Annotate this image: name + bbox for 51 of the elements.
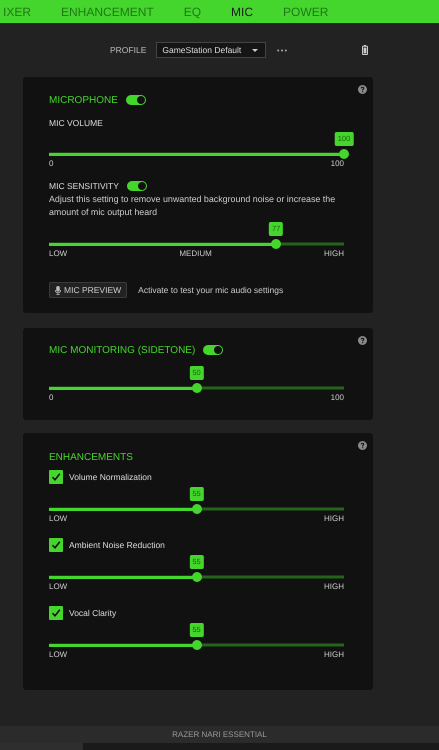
section-title: MICROPHONE <box>49 94 118 106</box>
scale-label: HIGH <box>324 582 344 592</box>
hint-text: Activate to test your mic audio settings <box>138 285 284 295</box>
section-title: ENHANCEMENTS <box>49 452 133 462</box>
help-icon[interactable] <box>358 441 367 450</box>
checkbox[interactable] <box>49 470 63 484</box>
mic-preview-button[interactable]: MIC PREVIEW <box>49 282 128 298</box>
slider-thumb[interactable] <box>339 149 349 159</box>
scale-label: LOW <box>49 582 68 592</box>
scale-label: LOW <box>49 249 68 259</box>
scale-label: LOW <box>49 650 68 660</box>
microphone-icon <box>55 286 61 294</box>
setting-label: MIC SENSITIVITY <box>49 181 119 191</box>
tab[interactable]: IXER <box>3 4 32 18</box>
help-icon[interactable] <box>358 336 367 345</box>
profile-label: PROFILE <box>110 45 146 55</box>
slider-thumb[interactable] <box>192 504 202 514</box>
tab[interactable]: POWER <box>283 4 328 18</box>
checkbox-label: Volume Normalization <box>69 472 152 482</box>
battery-icon <box>362 45 368 55</box>
slider-thumb[interactable] <box>192 383 202 393</box>
toggle-switch[interactable] <box>126 181 147 191</box>
caret-icon <box>252 48 258 52</box>
slider-thumb[interactable] <box>192 640 202 650</box>
slider-thumb[interactable] <box>271 239 282 249</box>
help-icon[interactable] <box>358 85 367 94</box>
slider-thumb[interactable] <box>192 572 202 582</box>
tab[interactable]: EQ <box>184 4 202 18</box>
checkbox-label: Ambient Noise Reduction <box>69 540 165 550</box>
scale-label: LOW <box>49 514 68 524</box>
device-name: RAZER NARI ESSENTIAL <box>172 730 267 739</box>
more-icon[interactable] <box>277 48 288 52</box>
scale-label: 100 <box>330 159 344 169</box>
checkbox[interactable] <box>49 606 63 620</box>
scale-label: MEDIUM <box>179 249 212 259</box>
scale-label: HIGH <box>324 650 344 660</box>
tab[interactable]: ENHANCEMENT <box>61 4 154 18</box>
section-title: MIC MONITORING (SIDETONE) <box>49 344 196 356</box>
scale-label: 0 <box>49 159 54 169</box>
tab[interactable]: MIC <box>231 4 254 18</box>
scale-label: 100 <box>330 393 344 403</box>
setting-label: MIC VOLUME <box>49 117 104 129</box>
scale-label: HIGH <box>324 249 344 259</box>
checkbox-label: Vocal Clarity <box>69 608 116 618</box>
toggle-switch[interactable] <box>203 345 224 355</box>
checkbox[interactable] <box>49 538 63 552</box>
description-text: Adjust this setting to remove unwanted background noise or increase the amount of mic output heard <box>49 193 336 219</box>
scale-label: 0 <box>49 393 54 403</box>
profile-dropdown[interactable]: GameStation Default <box>156 42 266 58</box>
scale-label: HIGH <box>324 514 344 524</box>
toggle-switch[interactable] <box>126 95 146 105</box>
